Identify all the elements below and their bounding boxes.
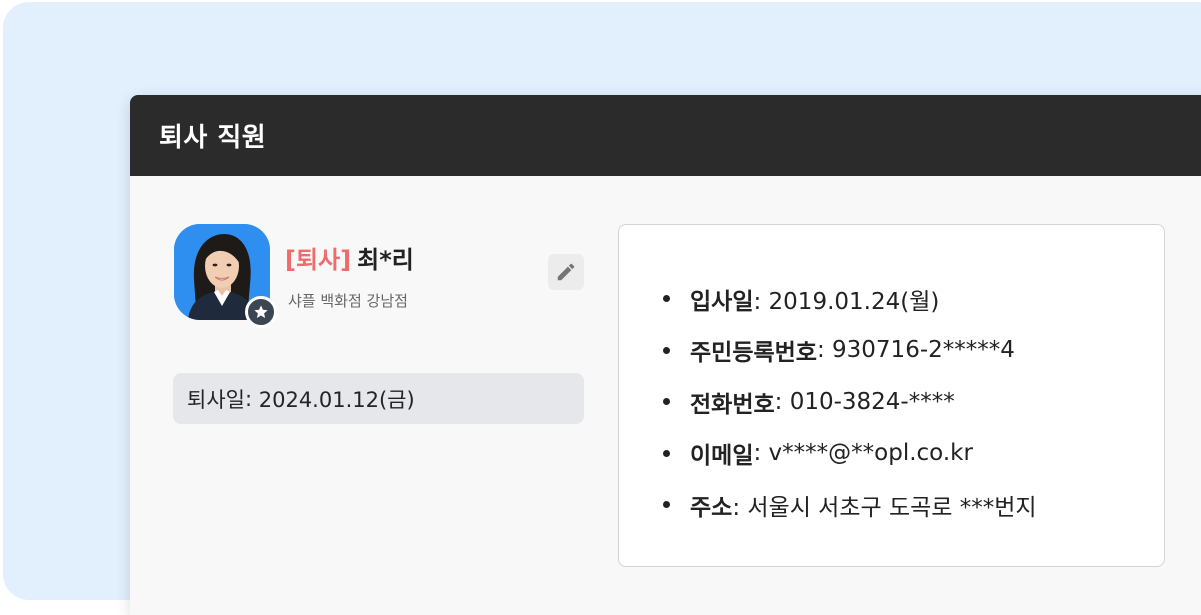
detail-hire-date: 입사일: 2019.01.24(월) <box>663 273 1037 325</box>
detail-label: 입사일 <box>690 288 754 315</box>
status-tag: [퇴사] <box>285 246 352 274</box>
pencil-icon <box>557 263 575 281</box>
bullet <box>663 398 670 406</box>
detail-label: 주소 <box>690 494 733 521</box>
resignation-date-label: 퇴사일 <box>187 387 245 412</box>
employee-name-line: [퇴사] 최*리 <box>285 240 414 275</box>
bullet <box>663 449 670 457</box>
bullet <box>663 346 670 354</box>
employee-details-panel: 입사일: 2019.01.24(월) 주민등록번호: 930716-2*****… <box>618 224 1165 567</box>
resignation-date-value: 2024.01.12(금) <box>258 387 415 412</box>
detail-value: : 2019.01.24(월) <box>753 288 940 315</box>
detail-email: 이메일: v****@**opl.co.kr <box>663 428 1037 480</box>
detail-address: 주소: 서울시 서초구 도곡로 ***번지 <box>663 479 1037 531</box>
resigned-employee-card: 퇴사 직원 [퇴사] 최*리 샤플 백화점 강남점 퇴사일: 2024.01.… <box>130 95 1201 615</box>
resignation-date-box: 퇴사일: 2024.01.12(금) <box>173 373 584 424</box>
detail-label: 전화번호 <box>690 391 775 418</box>
detail-label: 이메일 <box>690 443 754 470</box>
star-icon <box>254 305 268 318</box>
bullet <box>663 295 670 303</box>
detail-resident-number: 주민등록번호: 930716-2*****4 <box>663 325 1037 377</box>
bullet <box>663 501 670 509</box>
detail-value: : 서울시 서초구 도곡로 ***번지 <box>732 494 1037 521</box>
store-name: 샤플 백화점 강남점 <box>288 292 408 310</box>
detail-value: : v****@**opl.co.kr <box>753 440 973 467</box>
star-badge <box>245 296 277 328</box>
employee-details-list: 입사일: 2019.01.24(월) 주민등록번호: 930716-2*****… <box>663 273 1037 531</box>
detail-value: : 010-3824-**** <box>774 388 955 415</box>
detail-value: : 930716-2*****4 <box>816 337 1015 364</box>
card-header: 퇴사 직원 <box>130 95 1201 176</box>
detail-label: 주민등록번호 <box>690 340 817 367</box>
employee-name: 최*리 <box>357 246 414 274</box>
detail-phone: 전화번호: 010-3824-**** <box>663 376 1037 428</box>
edit-button[interactable] <box>548 254 584 290</box>
resignation-date-separator: : <box>244 386 259 411</box>
card-title: 퇴사 직원 <box>159 123 267 153</box>
